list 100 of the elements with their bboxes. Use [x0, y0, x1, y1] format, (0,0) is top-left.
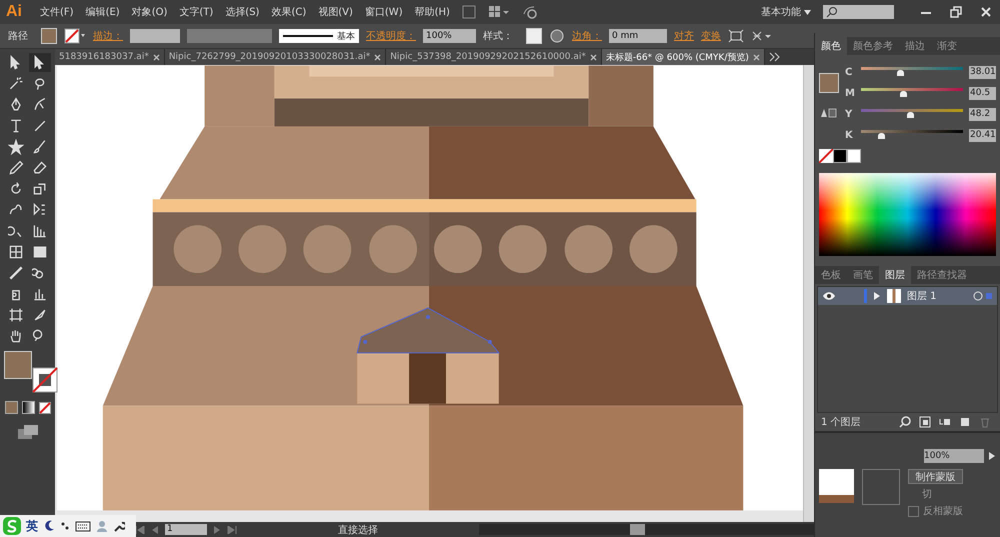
curvature-pen-icon — [32, 96, 48, 112]
channel-label: M — [845, 88, 855, 98]
slider-thumb[interactable] — [896, 70, 904, 76]
style-swatch[interactable] — [526, 28, 542, 44]
wrench-icon[interactable] — [113, 520, 125, 532]
menu-item[interactable]: 效果(C) — [271, 5, 306, 19]
none-swatch[interactable] — [819, 149, 833, 163]
stroke-weight-field[interactable] — [130, 29, 180, 43]
eye-icon[interactable] — [822, 291, 836, 301]
menu-item[interactable]: 编辑(E) — [86, 5, 120, 19]
moon-icon[interactable] — [43, 520, 55, 532]
none-mode-button[interactable] — [38, 402, 50, 414]
menu-item[interactable]: 文件(F) — [40, 5, 74, 19]
isolate-object-icon[interactable] — [728, 29, 744, 43]
scale-icon — [32, 180, 48, 196]
input-method-logo-icon[interactable] — [3, 517, 21, 535]
first-page-icon[interactable] — [135, 526, 145, 534]
opacity-field[interactable]: 100% — [423, 29, 476, 43]
new-sublayer-icon[interactable] — [938, 416, 951, 428]
channel-value-field[interactable]: 38.01 — [969, 66, 996, 78]
stroke-none-swatch[interactable] — [64, 28, 86, 44]
variable-width-field[interactable] — [187, 29, 272, 43]
panel-tab[interactable]: 颜色参考 — [847, 37, 899, 55]
eyedropper-icon — [8, 264, 24, 280]
slider-thumb[interactable] — [906, 112, 914, 118]
expand-arrow-icon[interactable] — [873, 291, 881, 301]
recolor-artwork-icon[interactable] — [549, 28, 565, 44]
color-swatch[interactable] — [833, 149, 847, 163]
opacity-field[interactable]: 100% — [924, 449, 984, 463]
close-icon[interactable] — [590, 54, 597, 60]
bridge-icon[interactable] — [462, 5, 476, 19]
clip-checkbox-label[interactable]: 切 — [922, 487, 963, 501]
layer-row[interactable]: 图层 1 — [818, 287, 997, 305]
target-icon[interactable] — [973, 291, 993, 301]
expand-arrow-icon[interactable] — [988, 451, 996, 461]
channel-value-field[interactable]: 40.5 — [969, 86, 996, 100]
fill-color-swatch[interactable] — [4, 351, 32, 379]
last-page-icon[interactable] — [227, 526, 237, 534]
panel-tab[interactable]: 图层 — [879, 266, 911, 284]
star-icon — [8, 138, 24, 154]
color-swatch[interactable] — [847, 149, 861, 163]
previous-page-icon[interactable] — [151, 526, 159, 534]
keyboard-icon[interactable] — [75, 520, 91, 532]
menu-item[interactable]: 帮助(H) — [414, 5, 450, 19]
panel-tab[interactable]: 颜色 — [815, 37, 847, 55]
panel-tab[interactable]: 路径查找器 — [911, 266, 973, 284]
page-field[interactable]: 1 — [165, 524, 207, 535]
artboard-icon — [8, 306, 24, 322]
eraser-icon — [32, 160, 48, 176]
invert-mask-checkbox[interactable] — [908, 506, 919, 516]
document-tab[interactable]: 5183916183037.ai* — [55, 49, 165, 65]
close-icon[interactable] — [152, 54, 160, 60]
workspace-switcher[interactable]: 基本功能 — [760, 5, 811, 19]
invert-mask-label: 反相蒙版 — [923, 504, 963, 518]
slider-thumb[interactable] — [878, 133, 886, 139]
panel-tab[interactable]: 描边 — [899, 37, 931, 55]
channel-value-field[interactable]: 20.41 — [969, 128, 996, 142]
language-toggle[interactable]: 英 — [26, 518, 38, 534]
channel-value-field[interactable]: 48.2 — [969, 108, 996, 120]
close-icon[interactable] — [752, 54, 760, 60]
close-icon[interactable] — [374, 54, 382, 60]
object-thumbnail — [819, 469, 854, 503]
clipping-mask-icon[interactable] — [918, 416, 931, 428]
locate-object-icon[interactable] — [898, 416, 911, 428]
menu-item[interactable]: 文字(T) — [179, 5, 214, 19]
color-mode-button[interactable] — [4, 401, 18, 414]
more-tabs-icon[interactable] — [768, 52, 781, 62]
menu-item[interactable]: 视图(V) — [318, 5, 353, 19]
magic-wand-icon — [8, 76, 24, 92]
new-layer-icon[interactable] — [958, 416, 971, 428]
stroke-color-swatch[interactable] — [32, 367, 58, 393]
color-spectrum[interactable] — [819, 173, 996, 256]
horizontal-scrollbar[interactable] — [479, 524, 814, 535]
layer-count: 1 个图层 — [821, 416, 861, 429]
punctuation-icon[interactable] — [60, 520, 70, 532]
restore-icon[interactable] — [948, 5, 964, 19]
next-page-icon[interactable] — [213, 526, 221, 534]
document-tab[interactable]: Nipic_7262799_20190920103330028031.ai* — [164, 49, 386, 65]
corner-radius-field[interactable]: 0 mm — [609, 29, 667, 43]
document-tab[interactable]: 未标题-66* @ 600% (CMYK/预览) — [602, 49, 765, 65]
gradient-mode-button[interactable] — [22, 401, 34, 414]
menu-item[interactable]: 选择(S) — [225, 5, 260, 19]
document-tab[interactable]: Nipic_537398_20190929202152610000.ai* — [386, 49, 602, 65]
vertical-scrollbar[interactable] — [803, 65, 814, 522]
menu-item[interactable]: 窗口(W) — [364, 5, 403, 19]
screen-mode-icon[interactable] — [16, 424, 40, 440]
search-field[interactable] — [823, 5, 894, 19]
fill-swatch[interactable] — [41, 28, 57, 44]
tool-button[interactable] — [28, 53, 50, 72]
panel-tab[interactable]: 色板 — [815, 266, 847, 284]
menu-item[interactable]: 对象(O) — [132, 5, 168, 19]
arrange-documents-icon[interactable] — [488, 5, 510, 19]
brush-definition-field[interactable]: 基本 — [279, 29, 359, 43]
sync-icon[interactable] — [522, 4, 538, 20]
panel-tab[interactable]: 画笔 — [847, 266, 879, 284]
panel-tab[interactable]: 渐变 — [931, 37, 963, 55]
make-mask-button[interactable]: 制作蒙版 — [908, 469, 963, 484]
fill-color-swatch[interactable] — [819, 73, 839, 93]
slider-thumb[interactable] — [900, 91, 907, 97]
make-envelope-icon[interactable] — [751, 29, 773, 43]
